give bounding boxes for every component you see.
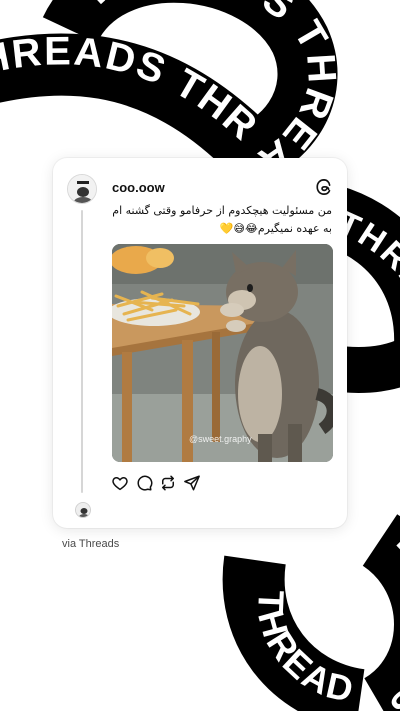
post-text: من مسئولیت هیچکدوم از حرفامو وقتی گشنه ا… [112, 204, 332, 235]
share-icon[interactable] [183, 474, 201, 492]
comment-icon[interactable] [135, 474, 153, 492]
media-watermark: @sweet.graphy [189, 434, 252, 444]
cat-fries-photo [112, 244, 333, 462]
post-username[interactable]: coo.oow [112, 180, 165, 195]
reply-avatar[interactable] [75, 502, 91, 518]
post-card[interactable]: coo.oow من مسئولیت هیچکدوم از حرفامو وقت… [53, 158, 347, 528]
post-actions [111, 474, 201, 492]
heart-icon[interactable] [111, 474, 129, 492]
thread-connector-line [81, 210, 83, 493]
threads-logo-icon[interactable] [315, 178, 333, 196]
reply-avatar-image-icon [76, 503, 90, 517]
post-media-image[interactable]: @sweet.graphy [112, 244, 333, 462]
avatar[interactable] [67, 174, 97, 204]
avatar-image-icon [68, 175, 96, 203]
via-threads-label: via Threads [62, 538, 120, 550]
repost-icon[interactable] [159, 474, 177, 492]
